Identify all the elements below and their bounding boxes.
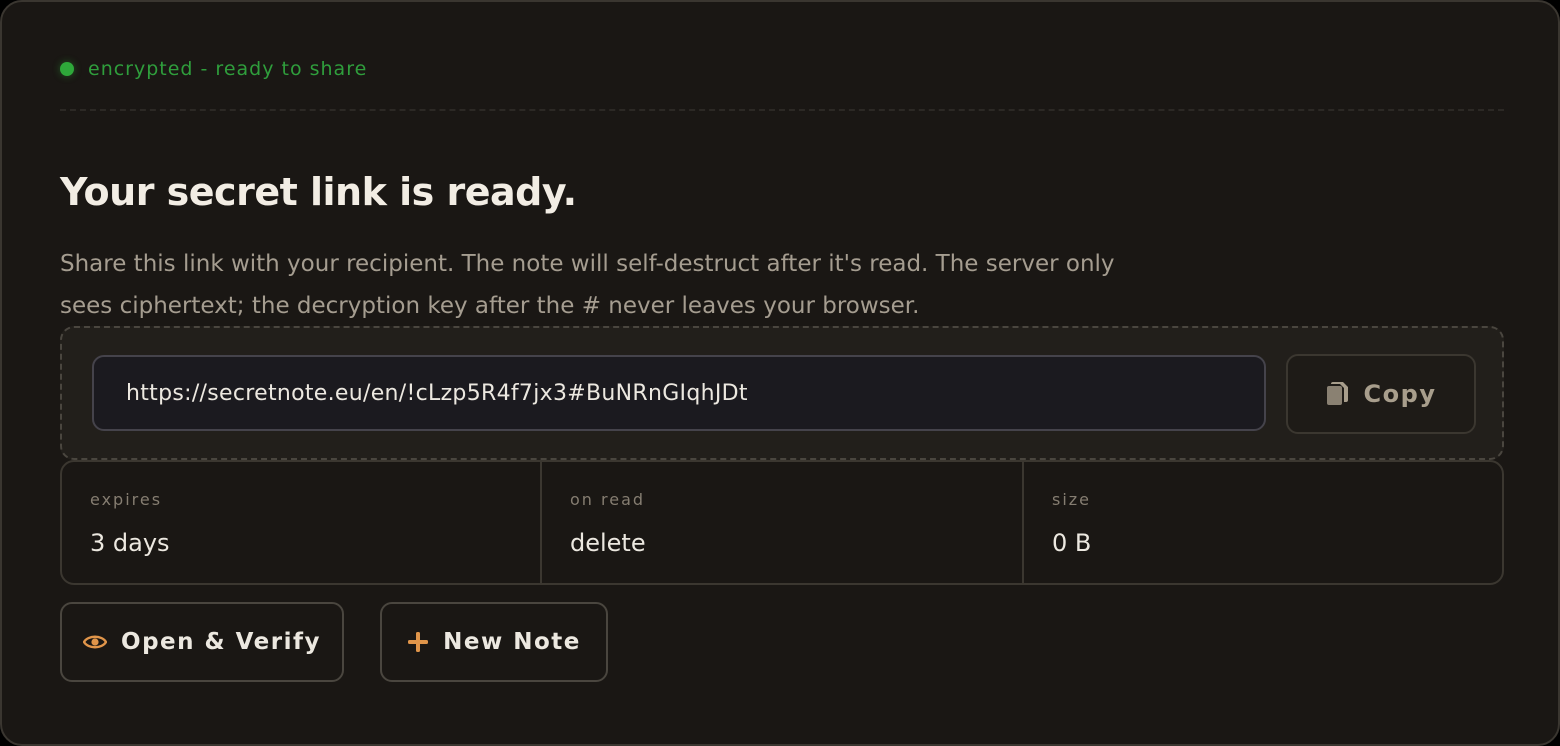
page-title: Your secret link is ready. [60,170,577,214]
copy-button[interactable]: Copy [1286,354,1476,434]
meta-expires: expires 3 days [62,462,542,583]
divider [60,109,1504,111]
open-verify-button[interactable]: Open & Verify [60,602,344,682]
status-indicator: encrypted - ready to share [60,56,367,82]
link-box: https://secretnote.eu/en/!cLzp5R4f7jx3#B… [60,326,1504,460]
copy-button-label: Copy [1363,380,1437,408]
eye-icon [83,634,108,650]
meta-on-read: on read delete [542,462,1024,583]
secret-link-field[interactable]: https://secretnote.eu/en/!cLzp5R4f7jx3#B… [92,355,1266,431]
copy-icon [1326,381,1350,407]
meta-label: expires [90,490,163,509]
share-card: encrypted - ready to share Your secret l… [0,0,1560,746]
plus-icon [407,631,429,653]
description-text: Share this link with your recipient. The… [60,251,1115,319]
meta-value: 3 days [90,529,170,557]
status-text: encrypted - ready to share [88,58,368,80]
open-verify-label: Open & Verify [121,629,321,655]
meta-value: delete [570,529,646,557]
new-note-label: New Note [443,629,581,655]
meta-label: size [1052,490,1092,509]
status-dot-icon [60,62,74,76]
note-metadata: expires 3 days on read delete size 0 B [60,460,1504,585]
meta-value: 0 B [1052,529,1092,557]
meta-size: size 0 B [1024,462,1502,583]
new-note-button[interactable]: New Note [380,602,608,682]
meta-label: on read [570,490,646,509]
